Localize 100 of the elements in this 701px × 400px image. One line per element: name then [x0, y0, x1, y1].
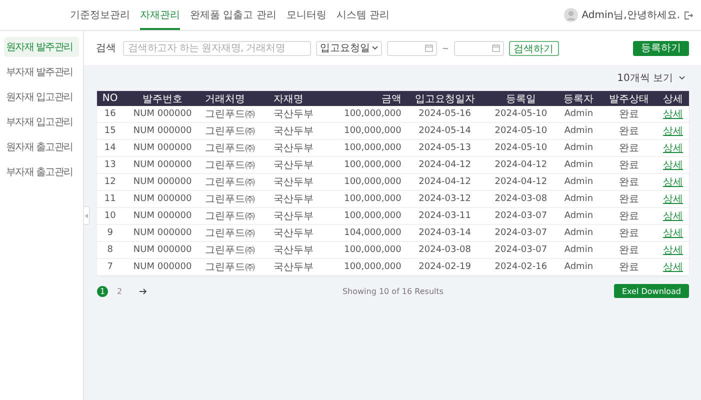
nav-tab[interactable]: 모니터링 — [286, 0, 326, 30]
table-cell: Admin — [564, 211, 594, 221]
nav-tab[interactable]: 시스템 관리 — [336, 0, 390, 30]
table-cell: 100,000,000 — [344, 160, 402, 170]
search-button[interactable]: 검색하기 — [508, 40, 559, 56]
nav-tab[interactable]: 기준정보관리 — [70, 0, 130, 30]
table-cell: 11 — [104, 194, 116, 204]
table-cell: 100,000,000 — [344, 245, 402, 255]
calendar-icon — [425, 44, 433, 52]
logout-icon[interactable] — [684, 10, 693, 20]
range-separator: ~ — [442, 44, 449, 52]
table-cell: 2024-05-14 — [418, 126, 471, 136]
column-header: 상세 — [657, 91, 689, 106]
table-cell: Admin — [564, 194, 594, 204]
table-cell: 국산두부 — [274, 245, 314, 256]
table-cell: 2024-03-11 — [418, 211, 471, 221]
detail-link[interactable]: 상세 — [663, 126, 684, 137]
table-cell: 2024-05-10 — [494, 126, 548, 136]
start-date-field[interactable] — [387, 40, 437, 56]
table-cell: NUM 000000 — [133, 228, 192, 238]
detail-link[interactable]: 상세 — [663, 228, 684, 239]
next-page-icon[interactable] — [139, 288, 147, 294]
collapse-handle[interactable] — [84, 206, 90, 225]
table-cell: 100,000,000 — [344, 109, 402, 119]
detail-link[interactable]: 상세 — [663, 177, 684, 188]
sidebar-item[interactable]: 부자재 출고관리 — [4, 162, 79, 182]
table-cell: 100,000,000 — [344, 194, 402, 204]
table-cell: 104,000,000 — [344, 228, 402, 238]
table-cell: NUM 000000 — [133, 262, 192, 272]
table-cell: NUM 000000 — [133, 194, 192, 204]
table-cell: 그린푸드㈜ — [204, 126, 255, 137]
table-cell: 2024-03-07 — [494, 245, 548, 255]
results-summary: Showing 10 of 16 Results — [342, 286, 444, 296]
table-cell: 그린푸드㈜ — [204, 211, 255, 222]
table-cell: 그린푸드㈜ — [204, 160, 255, 171]
table-cell: 국산두부 — [274, 160, 314, 171]
page-button[interactable]: 1 — [97, 286, 108, 296]
page-button[interactable]: 2 — [114, 286, 125, 296]
table-cell: 8 — [107, 245, 113, 255]
detail-link[interactable]: 상세 — [663, 262, 684, 273]
table-cell: 9 — [107, 228, 113, 238]
detail-link[interactable]: 상세 — [663, 143, 684, 154]
table-cell: 12 — [104, 177, 116, 187]
chevron-down-icon — [679, 76, 685, 80]
table-cell: Admin — [564, 228, 594, 238]
sidebar-item[interactable]: 원자재 발주관리 — [4, 37, 79, 57]
column-header: 자재명 — [270, 91, 327, 106]
table-cell: 국산두부 — [274, 109, 314, 120]
table-cell: 국산두부 — [274, 194, 314, 205]
sidebar-item[interactable]: 부자재 발주관리 — [4, 62, 79, 82]
table-cell: 국산두부 — [274, 211, 314, 222]
table-cell: 완료 — [618, 245, 639, 256]
table-cell: 2024-02-19 — [418, 262, 471, 272]
table-cell: 그린푸드㈜ — [204, 177, 255, 188]
excel-download-button[interactable]: Exel Download — [614, 284, 689, 298]
table-cell: 완료 — [618, 143, 639, 154]
table-cell: NUM 000000 — [133, 245, 192, 255]
table-cell: NUM 000000 — [133, 109, 192, 119]
table-cell: Admin — [564, 262, 594, 272]
table-cell: NUM 000000 — [133, 211, 192, 221]
column-header: 발주상태 — [600, 91, 658, 106]
detail-link[interactable]: 상세 — [663, 211, 684, 222]
table-cell: 100,000,000 — [344, 262, 402, 272]
table-cell: NUM 000000 — [133, 177, 192, 187]
column-header: 거래처명 — [202, 91, 271, 106]
nav-tab[interactable]: 완제품 입출고 관리 — [190, 0, 276, 30]
column-header: 발주번호 — [123, 91, 202, 106]
table-cell: 2024-05-16 — [418, 109, 471, 119]
register-button[interactable]: 등록하기 — [633, 40, 689, 56]
detail-link[interactable]: 상세 — [663, 109, 684, 120]
table-cell: 2024-03-14 — [418, 228, 471, 238]
table-cell: 완료 — [618, 228, 639, 239]
table-cell: Admin — [564, 109, 594, 119]
search-field[interactable]: 검색하고자 하는 원자재명, 거래처명 — [123, 40, 311, 56]
table-cell: 2024-04-12 — [418, 177, 471, 187]
table-cell: 그린푸드㈜ — [204, 245, 255, 256]
table-cell: 100,000,000 — [344, 211, 402, 221]
user-greeting: Admin님,안녕하세요. — [582, 9, 680, 22]
table-cell: 완료 — [618, 211, 639, 222]
detail-link[interactable]: 상세 — [663, 245, 684, 256]
table-cell: 2024-03-08 — [418, 245, 471, 255]
table-cell: NUM 000000 — [133, 126, 192, 136]
detail-link[interactable]: 상세 — [663, 160, 684, 171]
table-cell: 국산두부 — [274, 228, 314, 239]
table-cell: 2024-05-10 — [494, 109, 548, 119]
detail-link[interactable]: 상세 — [663, 194, 684, 205]
table-cell: 16 — [104, 109, 116, 119]
sidebar-item[interactable]: 원자재 출고관리 — [4, 137, 79, 157]
date-type-select[interactable]: 입고요청일 — [316, 40, 382, 56]
table-cell: Admin — [564, 245, 594, 255]
table-cell: 2024-05-10 — [494, 143, 548, 153]
table-cell: 100,000,000 — [344, 177, 402, 187]
sidebar-item[interactable]: 부자재 입고관리 — [4, 112, 79, 132]
table-cell: 2024-02-16 — [494, 262, 548, 272]
table-cell: NUM 000000 — [133, 143, 192, 153]
table-cell: 완료 — [618, 109, 639, 120]
table-cell: 100,000,000 — [344, 126, 402, 136]
end-date-field[interactable] — [454, 40, 504, 56]
sidebar-item[interactable]: 원자재 입고관리 — [4, 87, 79, 107]
page-size-select[interactable]: 10개씩 보기 — [617, 71, 685, 85]
